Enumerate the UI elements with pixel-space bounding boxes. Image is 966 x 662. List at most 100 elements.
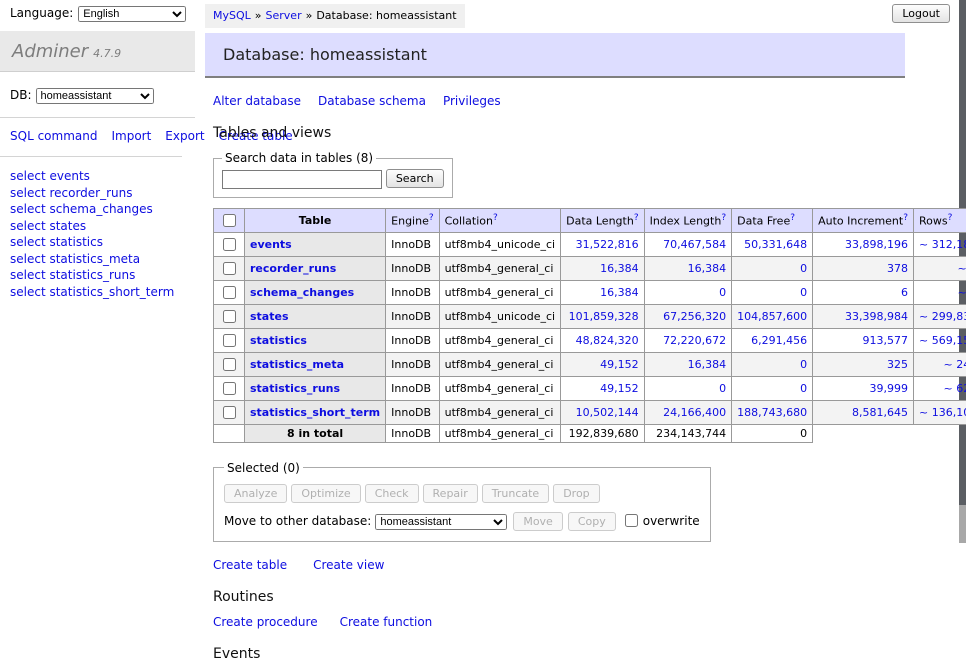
content-link[interactable]: Alter database [213, 94, 301, 108]
auto-increment-link[interactable]: 33,398,984 [845, 310, 908, 323]
overwrite-checkbox[interactable] [625, 514, 638, 527]
bulk-action-button[interactable]: Analyze [224, 484, 287, 503]
table-name-link[interactable]: statistics [250, 334, 307, 347]
table-name-link[interactable]: statistics_runs [250, 382, 340, 395]
sidebar-table-link[interactable]: select statistics_short_term [10, 284, 195, 301]
table-name-link[interactable]: states [250, 310, 289, 323]
rows-count-link[interactable]: ~ 569,159 [919, 334, 966, 347]
auto-increment-link[interactable]: 378 [887, 262, 908, 275]
data-length-link[interactable]: 16,384 [600, 262, 639, 275]
sidebar-table-link[interactable]: select statistics [10, 234, 195, 251]
bulk-action-button[interactable]: Truncate [482, 484, 549, 503]
index-length-link[interactable]: 16,384 [688, 358, 727, 371]
breadcrumb-mysql-link[interactable]: MySQL [213, 9, 251, 22]
db-select[interactable]: homeassistant [36, 88, 154, 104]
auto-increment-link[interactable]: 33,898,196 [845, 238, 908, 251]
sidebar-table-link[interactable]: select statistics_meta [10, 251, 195, 268]
table-name-link[interactable]: statistics_meta [250, 358, 344, 371]
index-length-link[interactable]: 16,384 [688, 262, 727, 275]
data-free-link[interactable]: 0 [800, 358, 807, 371]
select-all-checkbox[interactable] [223, 214, 236, 227]
help-icon[interactable]: ? [903, 213, 908, 223]
search-button[interactable]: Search [386, 169, 444, 188]
help-icon[interactable]: ? [493, 213, 498, 223]
rows-count-link[interactable]: ~ 5 [957, 262, 966, 275]
row-select-checkbox[interactable] [223, 358, 236, 371]
help-icon[interactable]: ? [429, 213, 434, 223]
data-free-link[interactable]: 0 [800, 286, 807, 299]
table-name-link[interactable]: events [250, 238, 292, 251]
row-select-checkbox[interactable] [223, 310, 236, 323]
sidebar-table-link[interactable]: select schema_changes [10, 201, 195, 218]
bulk-action-button[interactable]: Repair [423, 484, 478, 503]
language-select[interactable]: English [78, 6, 186, 22]
auto-increment-link[interactable]: 913,577 [863, 334, 909, 347]
help-icon[interactable]: ? [948, 213, 953, 223]
row-select-checkbox[interactable] [223, 286, 236, 299]
table-name-link[interactable]: statistics_short_term [250, 406, 380, 419]
data-free-link[interactable]: 6,291,456 [751, 334, 807, 347]
data-free-link[interactable]: 0 [800, 382, 807, 395]
rows-count-link[interactable]: ~ 3 [957, 286, 966, 299]
content-link[interactable]: Create table [213, 558, 287, 572]
rows-count-link[interactable]: ~ 244 [943, 358, 966, 371]
index-length-link[interactable]: 72,220,672 [663, 334, 726, 347]
rows-count-link[interactable]: ~ 312,180 [919, 238, 966, 251]
data-free-link[interactable]: 50,331,648 [744, 238, 807, 251]
data-free-link[interactable]: 0 [800, 262, 807, 275]
content-link[interactable]: Create function [340, 615, 433, 629]
index-length-link[interactable]: 67,256,320 [663, 310, 726, 323]
content-link[interactable]: Create view [313, 558, 384, 572]
index-length-link[interactable]: 24,166,400 [663, 406, 726, 419]
row-select-checkbox[interactable] [223, 334, 236, 347]
index-length-link[interactable]: 0 [719, 382, 726, 395]
content-link[interactable]: Privileges [443, 94, 501, 108]
auto-increment-link[interactable]: 325 [887, 358, 908, 371]
content-link[interactable]: Database schema [318, 94, 426, 108]
content-link[interactable]: Create procedure [213, 615, 318, 629]
auto-increment-link[interactable]: 8,581,645 [852, 406, 908, 419]
data-length-link[interactable]: 101,859,328 [569, 310, 639, 323]
search-input[interactable] [222, 170, 382, 189]
data-length-link[interactable]: 49,152 [600, 382, 639, 395]
move-db-select[interactable]: homeassistant [375, 514, 507, 530]
data-length-link[interactable]: 10,502,144 [576, 406, 639, 419]
help-icon[interactable]: ? [721, 213, 726, 223]
move-button[interactable]: Move [513, 512, 563, 531]
data-free-link[interactable]: 188,743,680 [737, 406, 807, 419]
collation-cell: utf8mb4_unicode_ci [439, 304, 560, 328]
bulk-action-button[interactable]: Drop [553, 484, 599, 503]
breadcrumb: MySQL»Server»Database: homeassistant [205, 4, 465, 28]
sidebar-action-link[interactable]: Import [111, 129, 151, 143]
data-length-link[interactable]: 49,152 [600, 358, 639, 371]
breadcrumb-server-link[interactable]: Server [266, 9, 302, 22]
rows-count-link[interactable]: ~ 299,833 [919, 310, 966, 323]
sidebar-action-link[interactable]: Export [165, 129, 204, 143]
table-name-link[interactable]: recorder_runs [250, 262, 336, 275]
row-select-checkbox[interactable] [223, 406, 236, 419]
help-icon[interactable]: ? [790, 213, 795, 223]
row-select-checkbox[interactable] [223, 238, 236, 251]
auto-increment-link[interactable]: 39,999 [870, 382, 909, 395]
bulk-action-button[interactable]: Check [365, 484, 419, 503]
rows-count-link[interactable]: ~ 628 [943, 382, 966, 395]
auto-increment-link[interactable]: 6 [901, 286, 908, 299]
sidebar-action-link[interactable]: SQL command [10, 129, 97, 143]
help-icon[interactable]: ? [634, 213, 639, 223]
row-select-checkbox[interactable] [223, 262, 236, 275]
sidebar-table-link[interactable]: select states [10, 218, 195, 235]
bulk-action-button[interactable]: Optimize [291, 484, 360, 503]
sidebar-table-link[interactable]: select events [10, 168, 195, 185]
table-name-link[interactable]: schema_changes [250, 286, 354, 299]
data-length-link[interactable]: 31,522,816 [576, 238, 639, 251]
data-length-link[interactable]: 16,384 [600, 286, 639, 299]
copy-button[interactable]: Copy [568, 512, 616, 531]
index-length-link[interactable]: 70,467,584 [663, 238, 726, 251]
rows-count-link[interactable]: ~ 136,108 [919, 406, 966, 419]
index-length-link[interactable]: 0 [719, 286, 726, 299]
row-select-checkbox[interactable] [223, 382, 236, 395]
data-length-link[interactable]: 48,824,320 [576, 334, 639, 347]
sidebar-table-link[interactable]: select statistics_runs [10, 267, 195, 284]
data-free-link[interactable]: 104,857,600 [737, 310, 807, 323]
sidebar-table-link[interactable]: select recorder_runs [10, 185, 195, 202]
